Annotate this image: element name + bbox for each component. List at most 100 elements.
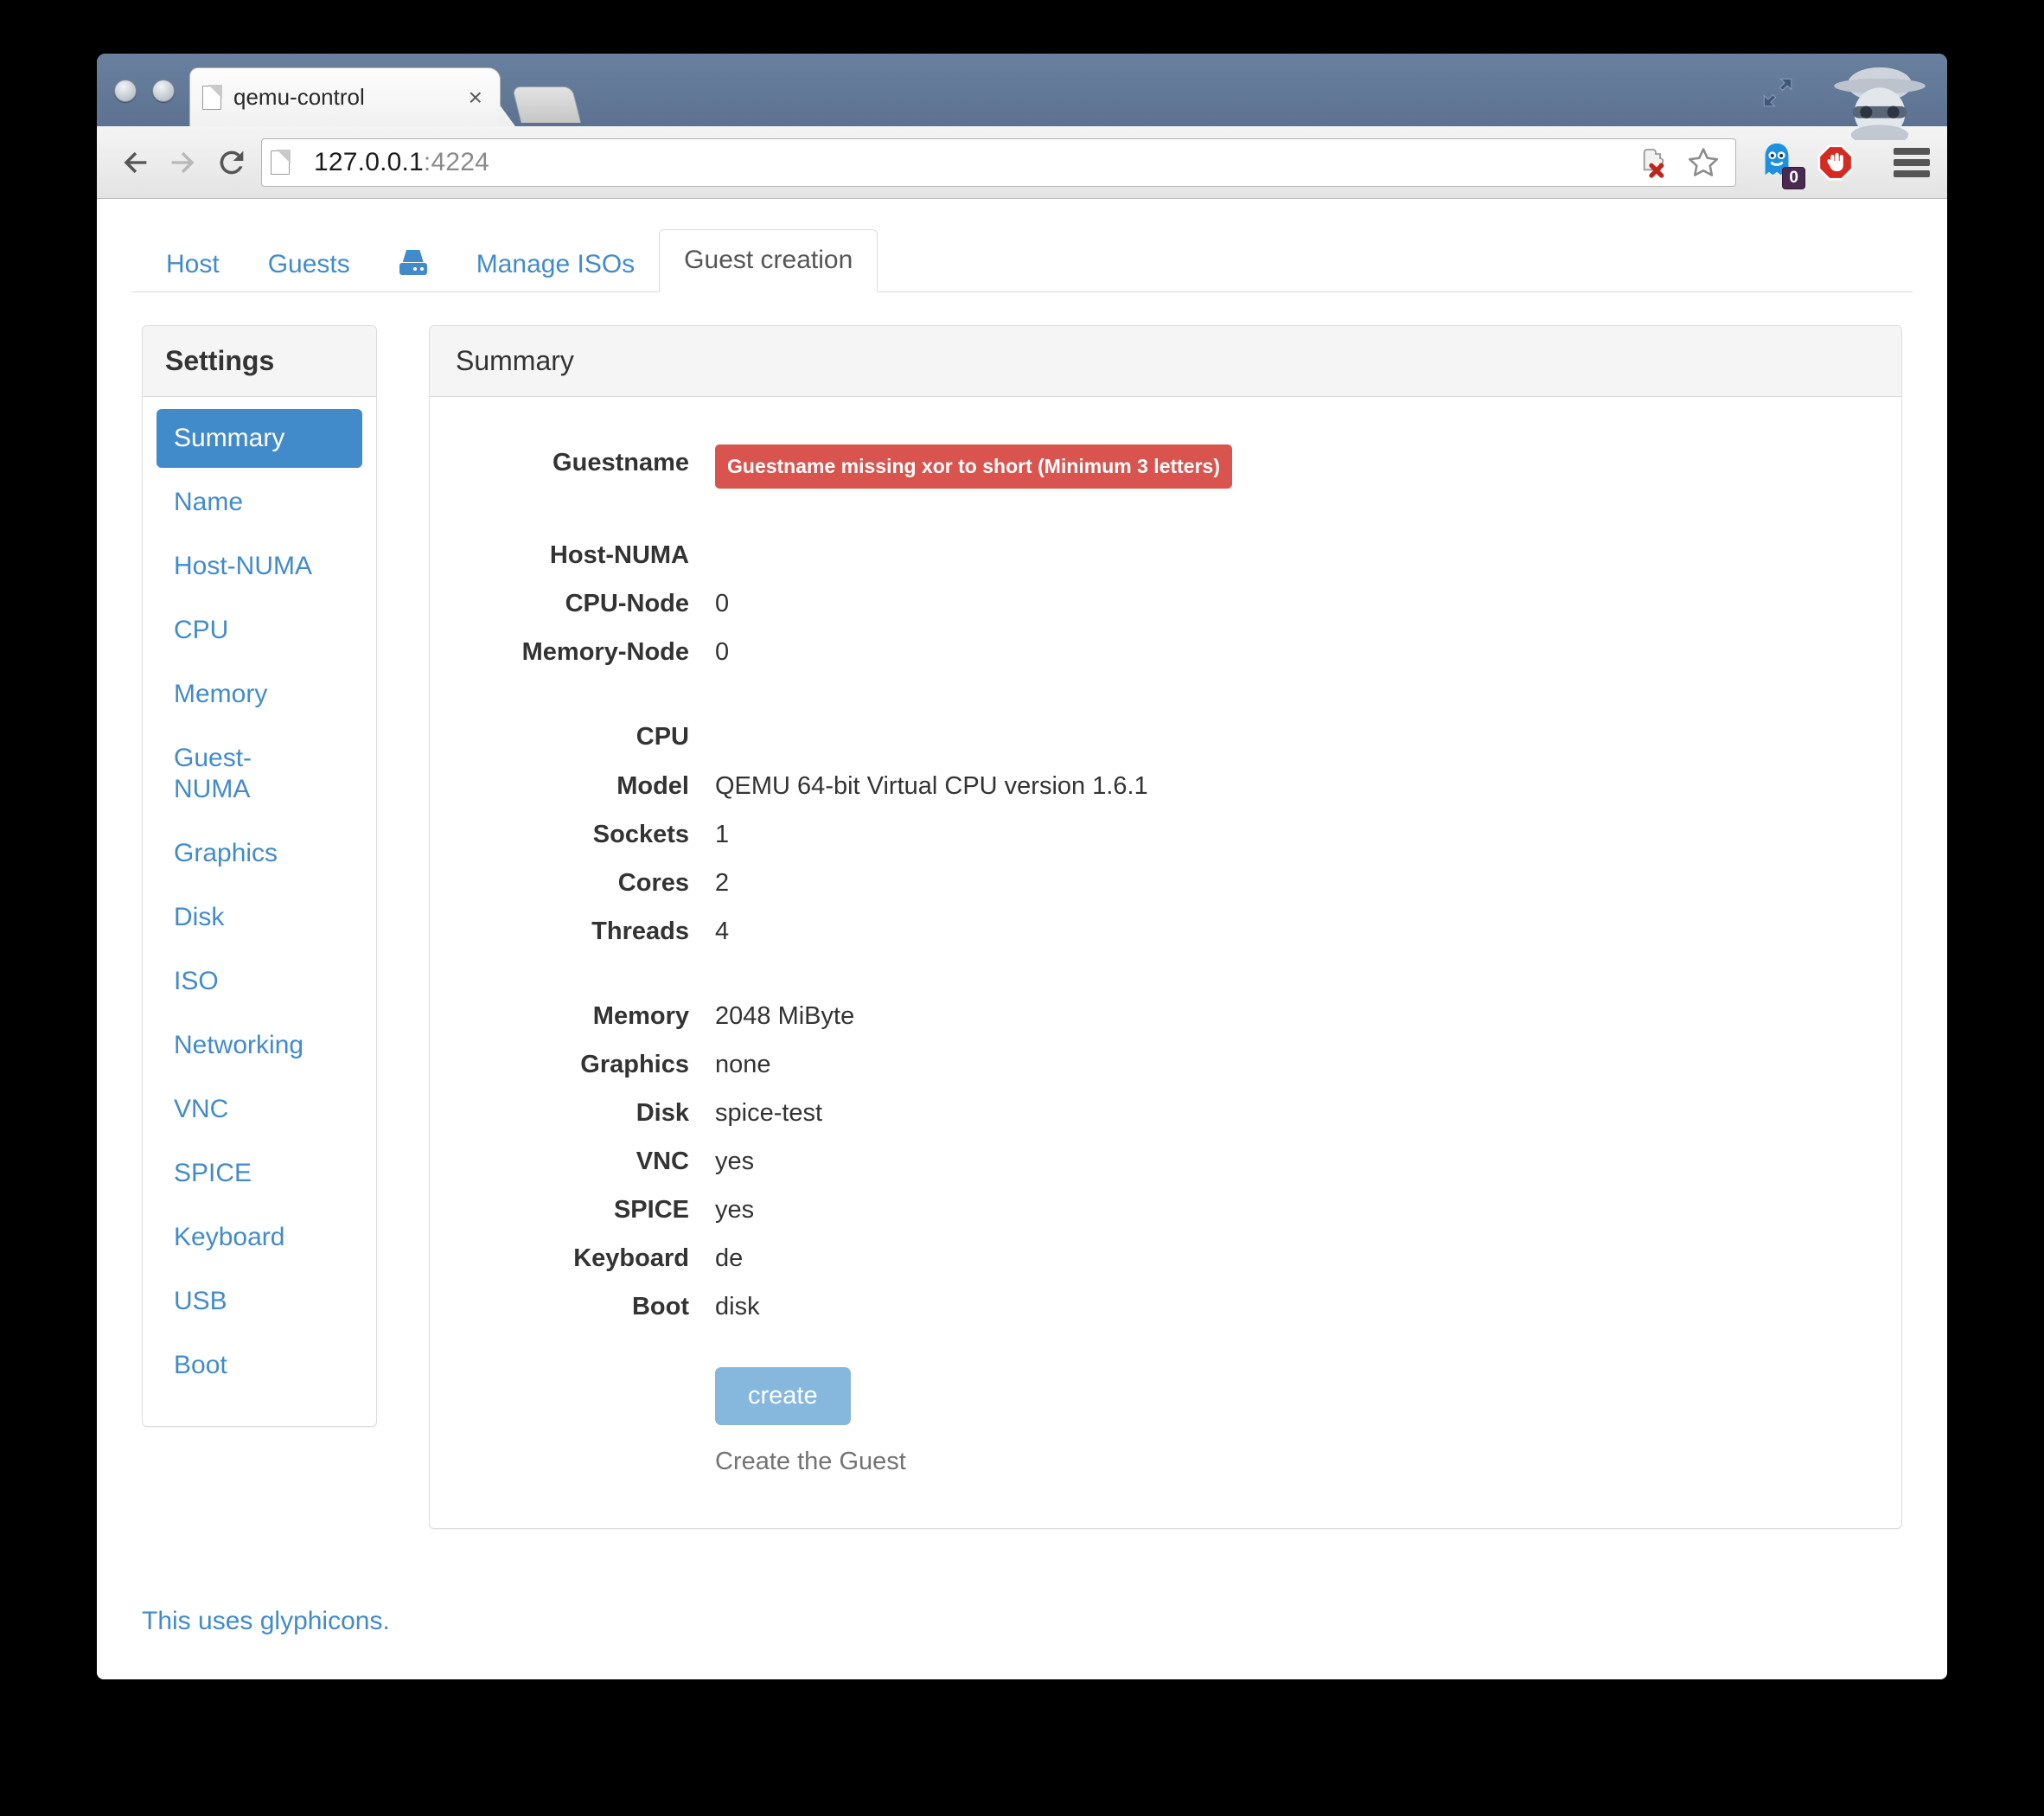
row-value: disk: [689, 1284, 1875, 1329]
row-label: Model: [456, 764, 689, 809]
star-icon[interactable]: [1685, 144, 1721, 181]
summary-row-model: Model QEMU 64-bit Virtual CPU version 1.…: [456, 764, 1875, 809]
sidebar-item-vnc[interactable]: VNC: [156, 1080, 362, 1139]
browser-tab-title: qemu-control: [233, 84, 463, 111]
summary-row-vnc: VNC yes: [456, 1139, 1875, 1184]
nav-tab-host[interactable]: Host: [142, 238, 244, 291]
back-arrow-icon[interactable]: [111, 138, 159, 187]
row-label: Memory: [456, 994, 689, 1039]
url-host: 127.0.0.1: [314, 148, 424, 176]
sidebar-item-usb[interactable]: USB: [156, 1272, 362, 1331]
url-bar[interactable]: 127.0.0.1:4224: [261, 138, 1736, 187]
summary-row-threads: Threads 4: [456, 909, 1875, 954]
page-icon: [202, 86, 221, 110]
row-label: VNC: [456, 1139, 689, 1184]
nav-tab-hdd[interactable]: [374, 234, 452, 291]
hamburger-menu-icon[interactable]: [1894, 148, 1930, 177]
status-badge: Guestname missing xor to short (Minimum …: [715, 444, 1232, 489]
sidebar-item-keyboard[interactable]: Keyboard: [156, 1208, 362, 1267]
main-nav-tabs: Host Guests Manage ISOs Guest creation: [131, 225, 1913, 292]
nav-tab-manage-isos[interactable]: Manage ISOs: [452, 238, 659, 291]
row-value: Guestname missing xor to short (Minimum …: [689, 440, 1875, 493]
row-label: Cores: [456, 860, 689, 905]
row-label: CPU: [456, 714, 689, 759]
sidebar-item-cpu[interactable]: CPU: [156, 601, 362, 660]
create-button[interactable]: create: [715, 1367, 851, 1425]
summary-row-graphics: Graphics none: [456, 1042, 1875, 1087]
adblock-stop-icon[interactable]: [1816, 143, 1856, 182]
row-value: 1: [689, 812, 1875, 857]
summary-row-host-numa: Host-NUMA: [456, 533, 1875, 578]
row-label: Host-NUMA: [456, 533, 689, 578]
create-area: create Create the Guest: [456, 1367, 1875, 1476]
ghostery-count-badge: 0: [1782, 167, 1805, 189]
ghostery-ghost-icon[interactable]: 0: [1757, 140, 1797, 184]
row-value: [689, 533, 1875, 541]
sidebar-item-networking[interactable]: Networking: [156, 1016, 362, 1075]
browser-tab[interactable]: qemu-control ×: [189, 67, 501, 126]
summary-row-cpu-node: CPU-Node 0: [456, 581, 1875, 626]
sidebar-item-spice[interactable]: SPICE: [156, 1144, 362, 1203]
close-icon[interactable]: ×: [463, 86, 488, 110]
browser-toolbar: 127.0.0.1:4224 0: [97, 126, 1947, 199]
create-help-text: Create the Guest: [715, 1448, 1875, 1476]
sidebar-title: Settings: [143, 326, 376, 397]
summary-row-memory-node: Memory-Node 0: [456, 630, 1875, 675]
summary-row-guestname: Guestname Guestname missing xor to short…: [456, 440, 1875, 493]
row-label: Boot: [456, 1284, 689, 1329]
row-label: Guestname: [456, 440, 689, 485]
row-value: 0: [689, 581, 1875, 626]
close-window-button[interactable]: [114, 80, 137, 102]
row-value: none: [689, 1042, 1875, 1087]
fullscreen-icon[interactable]: [1760, 74, 1796, 111]
new-tab-button[interactable]: [512, 86, 581, 123]
forward-arrow-icon[interactable]: [159, 138, 208, 187]
row-value: spice-test: [689, 1090, 1875, 1135]
sidebar-item-graphics[interactable]: Graphics: [156, 824, 362, 883]
row-value: QEMU 64-bit Virtual CPU version 1.6.1: [689, 764, 1875, 809]
row-value: de: [689, 1236, 1875, 1281]
summary-definition-list: Guestname Guestname missing xor to short…: [456, 440, 1875, 1329]
summary-row-cores: Cores 2: [456, 860, 1875, 905]
row-value: 2: [689, 860, 1875, 905]
puzzle-blocked-icon[interactable]: [1638, 145, 1673, 180]
panel-body: Guestname Guestname missing xor to short…: [430, 397, 1901, 1528]
summary-row-cpu: CPU: [456, 714, 1875, 759]
glyphicons-credit-link[interactable]: This uses glyphicons.: [142, 1607, 390, 1635]
minimize-window-button[interactable]: [152, 80, 175, 102]
row-value: 0: [689, 630, 1875, 675]
sidebar-item-disk[interactable]: Disk: [156, 888, 362, 947]
row-label: Graphics: [456, 1042, 689, 1087]
sidebar-item-memory[interactable]: Memory: [156, 665, 362, 724]
sidebar-item-name[interactable]: Name: [156, 473, 362, 532]
row-label: SPICE: [456, 1187, 689, 1232]
sidebar-item-guest-numa[interactable]: Guest-NUMA: [156, 729, 286, 819]
page-content: Host Guests Manage ISOs Guest creation S…: [97, 225, 1947, 1679]
sidebar-item-host-numa[interactable]: Host-NUMA: [156, 537, 362, 596]
browser-titlebar: qemu-control ×: [97, 54, 1947, 126]
settings-sidebar: Settings Summary Name Host-NUMA CPU Memo…: [142, 325, 377, 1427]
row-value: 4: [689, 909, 1875, 954]
sidebar-list: Summary Name Host-NUMA CPU Memory Guest-…: [143, 397, 376, 1426]
incognito-spy-icon: [1828, 62, 1932, 140]
summary-panel: Summary Guestname Guestname missing xor …: [429, 325, 1902, 1529]
row-label: CPU-Node: [456, 581, 689, 626]
sidebar-item-boot[interactable]: Boot: [156, 1336, 362, 1395]
row-value: yes: [689, 1139, 1875, 1184]
nav-tab-guests[interactable]: Guests: [244, 238, 374, 291]
summary-row-keyboard: Keyboard de: [456, 1236, 1875, 1281]
summary-row-boot: Boot disk: [456, 1284, 1875, 1329]
nav-tab-guest-creation[interactable]: Guest creation: [659, 229, 878, 292]
summary-row-memory: Memory 2048 MiByte: [456, 994, 1875, 1039]
row-value: 2048 MiByte: [689, 994, 1875, 1039]
url-text: 127.0.0.1:4224: [314, 148, 489, 177]
row-label: Memory-Node: [456, 630, 689, 675]
page-footer: This uses glyphicons.: [131, 1572, 1913, 1636]
sidebar-item-summary[interactable]: Summary: [156, 409, 362, 468]
row-label: Keyboard: [456, 1236, 689, 1281]
browser-window: qemu-control ×: [97, 54, 1947, 1679]
summary-row-sockets: Sockets 1: [456, 812, 1875, 857]
sidebar-item-iso[interactable]: ISO: [156, 952, 362, 1011]
row-value: yes: [689, 1187, 1875, 1232]
reload-icon[interactable]: [208, 138, 256, 187]
